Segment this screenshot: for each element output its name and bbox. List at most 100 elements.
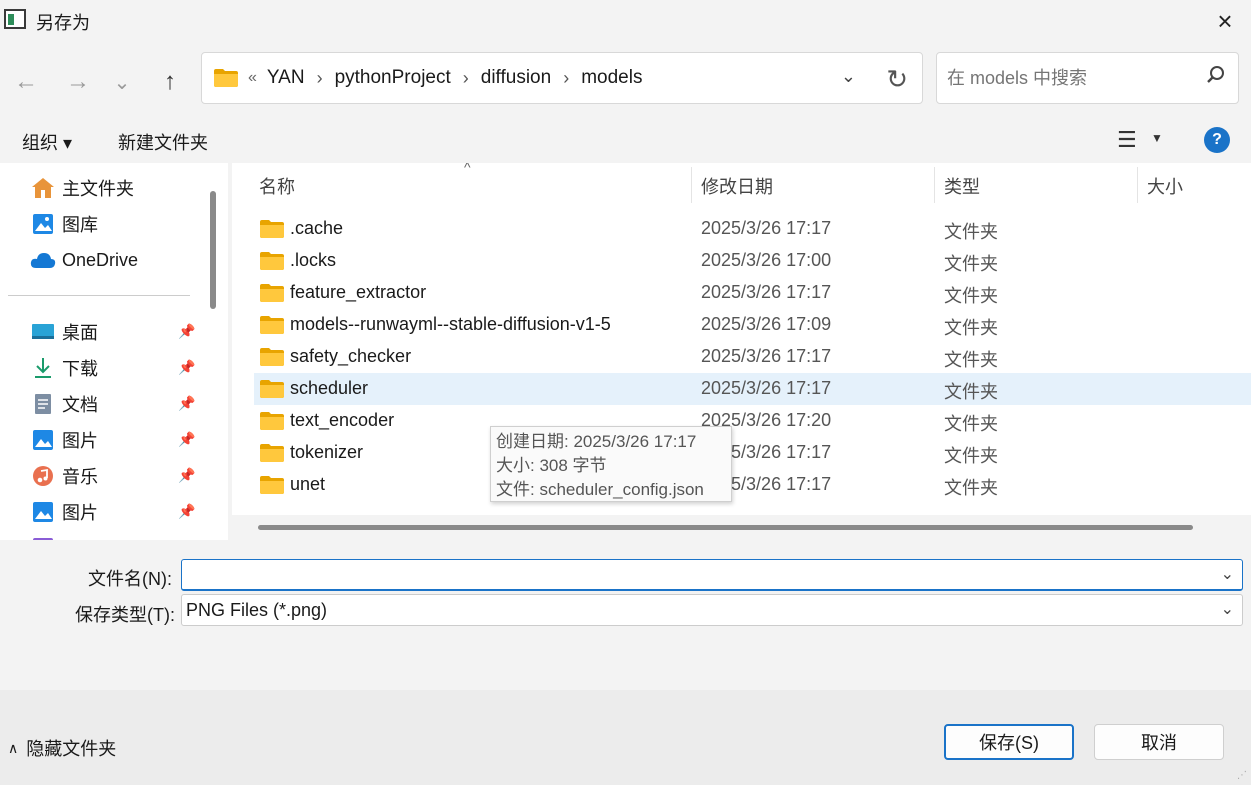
breadcrumb-item[interactable]: pythonProject [335,67,451,89]
sidebar-item-label: 桌面 [62,323,98,343]
folder-icon [260,252,284,270]
column-divider[interactable] [934,167,935,203]
file-name: models--runwayml--stable-diffusion-v1-5 [290,314,611,334]
file-row[interactable]: .cache 2025/3/26 17:17 文件夹 [254,213,1251,245]
search-icon[interactable] [1206,65,1226,85]
tooltip-created: 创建日期: 2025/3/26 17:17 [496,432,697,451]
column-header-name[interactable]: 名称 [259,173,295,199]
sidebar-scrollbar[interactable] [210,191,216,309]
file-row[interactable]: models--runwayml--stable-diffusion-v1-5 2… [254,309,1251,341]
column-header-modified[interactable]: 修改日期 [701,173,773,199]
sidebar-item-home[interactable]: 主文件夹 [30,173,134,203]
save-button[interactable]: 保存(S) [944,724,1074,760]
close-button[interactable]: × [1199,0,1251,42]
file-row[interactable]: text_encoder 2025/3/26 17:20 文件夹 [254,405,1251,437]
organize-menu[interactable]: 组织 ▾ [22,129,72,155]
column-divider[interactable] [1137,167,1138,203]
pictures-icon [30,428,56,452]
file-tooltip: 创建日期: 2025/3/26 17:17 大小: 308 字节 文件: sch… [490,426,732,502]
file-modified: 2025/3/26 17:17 [701,282,832,302]
column-header-type[interactable]: 类型 [944,173,980,199]
back-icon[interactable]: ← [8,64,44,100]
recent-locations-icon[interactable]: ⌄ [104,64,140,100]
folder-icon [260,380,284,398]
sidebar-item-onedrive[interactable]: OneDrive [30,245,138,275]
hide-folders-toggle[interactable]: ∧ 隐藏文件夹 [8,735,116,761]
search-input[interactable] [947,68,1197,89]
sidebar-item-label: 下载 [62,359,98,379]
download-icon [30,356,56,380]
chevron-down-icon[interactable]: ⌄ [1221,564,1234,584]
view-options-icon[interactable]: ☰ [1117,127,1137,153]
file-row[interactable]: safety_checker 2025/3/26 17:17 文件夹 [254,341,1251,373]
sidebar-item-desktop[interactable]: 桌面 [30,317,98,347]
pin-icon[interactable]: 📌 [178,431,195,448]
music-icon [30,464,56,488]
file-type: 文件夹 [944,286,998,306]
filename-input[interactable] [186,564,1206,586]
sidebar-item-label: 音乐 [62,467,98,487]
file-row[interactable]: tokenizer 2025/3/26 17:17 文件夹 [254,437,1251,469]
sidebar-item-pictures[interactable]: 图片 [30,497,98,527]
folder-icon [260,348,284,366]
folder-icon [260,476,284,494]
breadcrumb-item[interactable]: models [581,67,642,89]
pin-icon[interactable]: 📌 [178,503,195,520]
new-folder-button[interactable]: 新建文件夹 [118,129,208,155]
file-name: scheduler [290,378,369,398]
sidebar-item-downloads[interactable]: 下载 [30,353,98,383]
sidebar-item-documents[interactable]: 文档 [30,389,98,419]
pin-icon[interactable]: 📌 [178,323,195,340]
pin-icon[interactable]: 📌 [178,395,195,412]
file-row[interactable]: unet 2025/3/26 17:17 文件夹 [254,469,1251,501]
tooltip-file: 文件: scheduler_config.json [496,480,704,499]
pin-icon[interactable]: 📌 [178,467,195,484]
folder-icon [260,316,284,334]
chevron-right-icon[interactable]: › [563,68,569,89]
file-row[interactable]: .locks 2025/3/26 17:00 文件夹 [254,245,1251,277]
navigation-pane: 主文件夹 图库 OneDrive 桌面 📌 下载 📌 文档 📌 图片 📌 音乐 … [0,163,228,540]
file-row[interactable]: feature_extractor 2025/3/26 17:17 文件夹 [254,277,1251,309]
breadcrumb-item[interactable]: diffusion [481,67,551,89]
filetype-select[interactable]: PNG Files (*.png) ⌄ [181,594,1243,626]
view-dropdown-icon[interactable]: ▼ [1151,131,1163,145]
address-bar[interactable]: « YAN › pythonProject › diffusion › mode… [201,52,923,104]
forward-icon[interactable]: → [60,64,96,100]
sidebar-item-gallery[interactable]: 图库 [30,209,98,239]
resize-grip-icon[interactable]: ⋰ [1237,770,1247,781]
breadcrumb-item[interactable]: YAN [267,67,305,89]
sidebar-item-music[interactable]: 音乐 [30,461,98,491]
sidebar-item-pictures[interactable]: 图片 [30,425,98,455]
file-type: 文件夹 [944,446,998,466]
horizontal-scrollbar[interactable] [258,525,1193,530]
file-type: 文件夹 [944,414,998,434]
refresh-icon[interactable]: ↻ [886,64,908,95]
breadcrumb-overflow-icon[interactable]: « [248,69,257,87]
file-type: 文件夹 [944,318,998,338]
help-icon[interactable]: ? [1204,127,1230,153]
chevron-right-icon[interactable]: › [463,68,469,89]
window-title: 另存为 [36,13,90,33]
column-header-size[interactable]: 大小 [1147,173,1183,199]
chevron-down-icon[interactable]: ⌄ [1221,599,1234,619]
file-modified: 2025/3/26 17:00 [701,250,832,270]
file-type: 文件夹 [944,222,998,242]
search-box[interactable] [936,52,1239,104]
cancel-button[interactable]: 取消 [1094,724,1224,760]
filename-field[interactable]: ⌄ [181,559,1243,591]
tooltip-size: 大小: 308 字节 [496,456,607,475]
file-type: 文件夹 [944,382,998,402]
sidebar-item-video[interactable] [30,533,56,540]
document-icon [30,392,56,416]
chevron-up-icon: ∧ [8,739,19,756]
file-list: ^ 名称 修改日期 类型 大小 .cache 2025/3/26 17:17 文件夹… [232,163,1251,540]
chevron-right-icon[interactable]: › [317,68,323,89]
up-icon[interactable]: ↑ [152,64,188,100]
file-type: 文件夹 [944,350,998,370]
file-row[interactable]: scheduler 2025/3/26 17:17 文件夹 [254,373,1251,405]
sidebar-item-label: 主文件夹 [62,179,134,199]
column-divider[interactable] [691,167,692,203]
chevron-down-icon[interactable]: ⌄ [841,66,856,87]
file-name: .locks [290,250,337,270]
pin-icon[interactable]: 📌 [178,359,195,376]
